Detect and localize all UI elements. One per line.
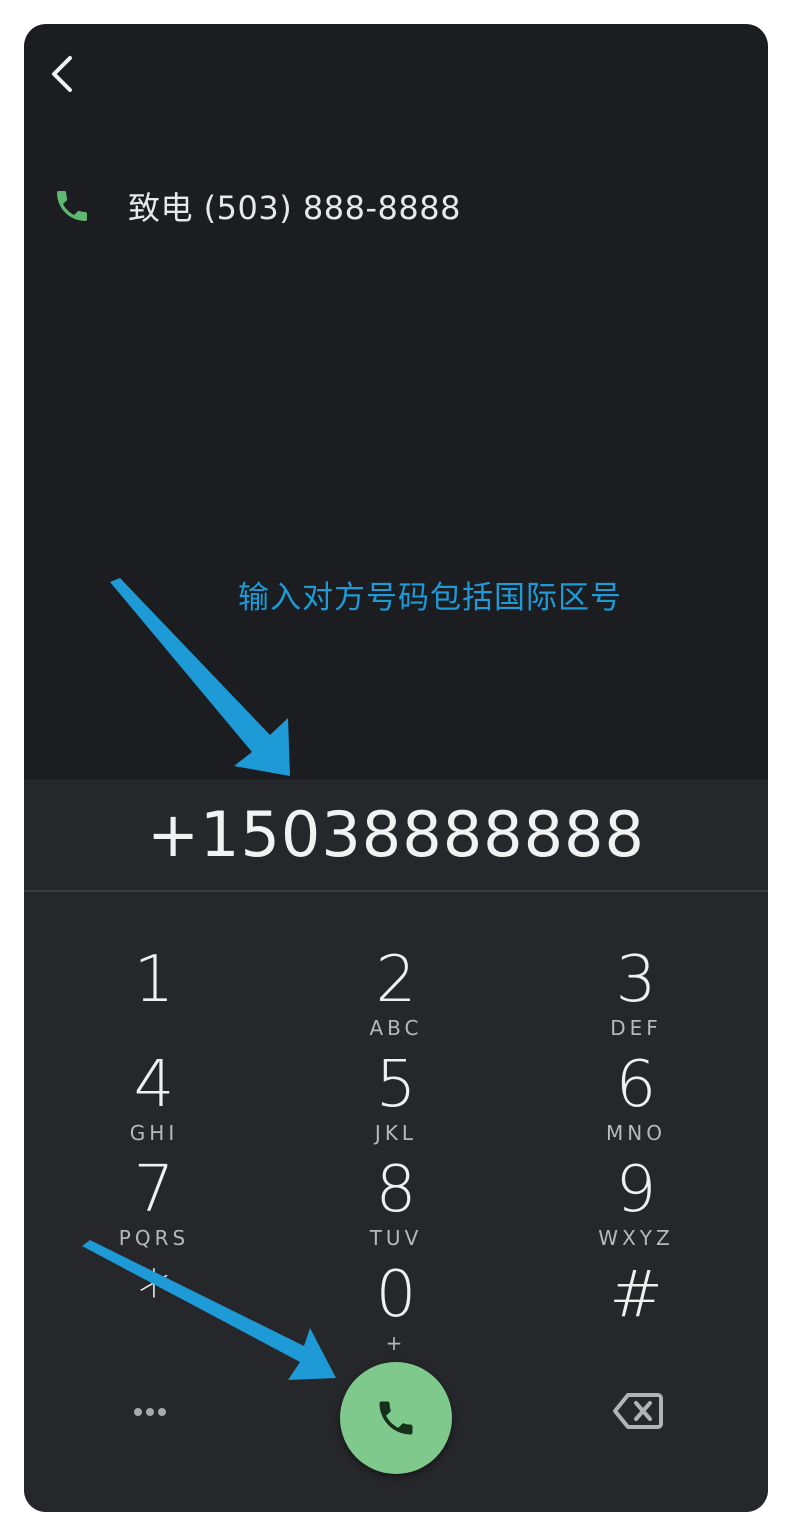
key-digit: 3: [615, 943, 657, 1017]
key-0[interactable]: 0 +: [306, 1259, 486, 1359]
key-6[interactable]: 6 MNO: [546, 1049, 726, 1149]
key-digit: 5: [375, 1048, 417, 1122]
call-button[interactable]: [340, 1362, 452, 1474]
key-letters: WXYZ: [598, 1226, 674, 1250]
key-star[interactable]: *: [64, 1259, 244, 1359]
dialer-screen: 致电 (503) 888-8888 输入对方号码包括国际区号 +15038888…: [24, 24, 768, 1512]
key-digit: 7: [133, 1153, 175, 1227]
key-4[interactable]: 4 GHI: [64, 1049, 244, 1149]
key-hash[interactable]: #: [546, 1259, 726, 1359]
key-5[interactable]: 5 JKL: [306, 1049, 486, 1149]
phone-icon: [57, 191, 87, 221]
instruction-annotation: 输入对方号码包括国际区号: [238, 580, 622, 616]
key-1[interactable]: 1: [64, 944, 244, 1044]
key-letters: MNO: [606, 1121, 666, 1145]
key-3[interactable]: 3 DEF: [546, 944, 726, 1044]
key-9[interactable]: 9 WXYZ: [546, 1154, 726, 1254]
key-letters: DEF: [610, 1016, 662, 1040]
key-digit: 8: [375, 1153, 417, 1227]
key-digit: 2: [375, 943, 417, 1017]
phone-icon: [379, 1401, 413, 1435]
back-button[interactable]: [42, 52, 86, 96]
backspace-icon: [613, 1393, 663, 1429]
key-letters: +: [385, 1331, 407, 1355]
key-digit: 9: [615, 1153, 657, 1227]
key-digit: 1: [133, 943, 175, 1017]
key-digit: 6: [615, 1048, 657, 1122]
number-display[interactable]: +15038888888: [24, 779, 768, 892]
more-dots-icon: [134, 1408, 166, 1416]
key-8[interactable]: 8 TUV: [306, 1154, 486, 1254]
key-letters: TUV: [369, 1226, 423, 1250]
key-letters: PQRS: [118, 1226, 190, 1250]
key-letters: JKL: [374, 1121, 418, 1145]
dialed-number: +15038888888: [147, 798, 645, 871]
key-letters: ABC: [369, 1016, 423, 1040]
call-suggestion-label: 致电 (503) 888-8888: [128, 189, 461, 227]
key-digit: *: [138, 1258, 170, 1332]
key-2[interactable]: 2 ABC: [306, 944, 486, 1044]
backspace-button[interactable]: [612, 1390, 664, 1432]
chevron-left-icon: [52, 56, 72, 92]
key-digit: #: [609, 1258, 663, 1332]
key-letters: GHI: [129, 1121, 179, 1145]
key-digit: 0: [375, 1258, 417, 1332]
key-digit: 4: [133, 1048, 175, 1122]
call-suggestion[interactable]: 致电 (503) 888-8888: [52, 184, 461, 228]
key-7[interactable]: 7 PQRS: [64, 1154, 244, 1254]
dialer-actions: [24, 1362, 768, 1474]
more-options-button[interactable]: [120, 1392, 180, 1432]
